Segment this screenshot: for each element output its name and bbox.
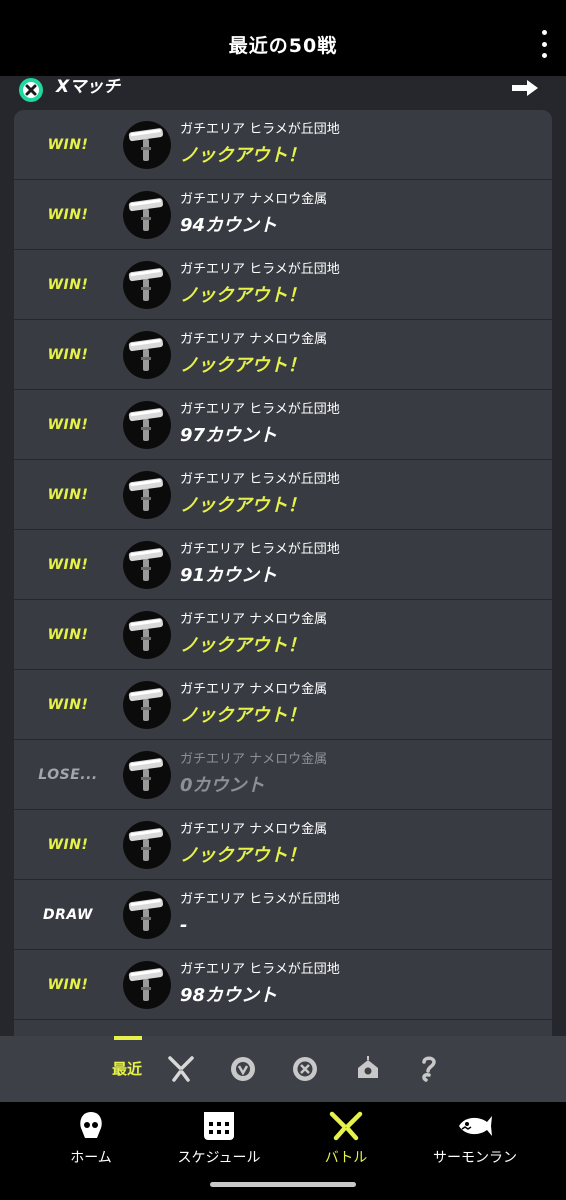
nav-salmon-run[interactable]: サーモンラン bbox=[426, 1102, 524, 1174]
battle-stage: ガチエリア ヒラメが丘団地 bbox=[180, 402, 340, 417]
battle-stage: ガチエリア ナメロウ金属 bbox=[180, 682, 328, 697]
filter-recent[interactable]: 最近 bbox=[112, 1058, 142, 1079]
battle-icon bbox=[329, 1111, 363, 1141]
battle-result: WIN! bbox=[47, 976, 89, 993]
battle-stage: ガチエリア ナメロウ金属 bbox=[180, 192, 328, 207]
top-bar: 最近の50戦 bbox=[0, 0, 566, 76]
nav-battle-label: バトル bbox=[324, 1150, 368, 1166]
nav-battle[interactable]: バトル bbox=[316, 1102, 376, 1174]
battle-result: WIN! bbox=[47, 556, 89, 573]
weapon-icon bbox=[123, 191, 171, 239]
battle-outcome: 94カウント bbox=[180, 215, 278, 236]
battle-stage: ガチエリア ナメロウ金属 bbox=[180, 752, 328, 767]
battle-row[interactable]: WIN! ガチエリア ヒラメが丘団地 98カウント bbox=[14, 950, 552, 1020]
weapon-icon bbox=[123, 681, 171, 729]
battle-list: WIN! ガチエリア ヒラメが丘団地 ノックアウト！ WIN! ガチエリア ナメロウ金属… bbox=[14, 110, 552, 1036]
battle-row[interactable]: LOSE... ガチエリア ナメロウ金属 0カウント bbox=[14, 740, 552, 810]
battle-result: WIN! bbox=[47, 206, 89, 223]
weapon-icon bbox=[123, 471, 171, 519]
battle-row[interactable]: WIN! ガチエリア ヒラメが丘団地ノックアウト！ bbox=[14, 250, 552, 320]
arrow-right-icon[interactable] bbox=[510, 78, 540, 98]
event-match-icon[interactable] bbox=[414, 1054, 444, 1084]
nav-schedule[interactable]: スケジュール bbox=[170, 1102, 268, 1174]
weapon-icon bbox=[123, 541, 171, 589]
nav-home-label: ホーム bbox=[70, 1150, 112, 1166]
bankara-battle-icon[interactable] bbox=[228, 1054, 258, 1084]
weapon-icon bbox=[123, 261, 171, 309]
battle-outcome: 97カウント bbox=[180, 425, 278, 446]
battle-outcome: ノックアウト！ bbox=[180, 285, 306, 306]
battle-outcome: 0カウント bbox=[180, 775, 265, 796]
battle-stage: ガチエリア ナメロウ金属 bbox=[180, 332, 328, 347]
battle-stage: ガチエリア ヒラメが丘団地 bbox=[180, 262, 340, 277]
battle-result: WIN! bbox=[47, 276, 89, 293]
nav-salmon-label: サーモンラン bbox=[433, 1150, 517, 1166]
battle-outcome: - bbox=[180, 915, 188, 936]
squid-home-icon bbox=[80, 1112, 102, 1138]
battle-result: WIN! bbox=[47, 486, 89, 503]
salmon-icon bbox=[459, 1116, 492, 1136]
battle-result: WIN! bbox=[47, 416, 89, 433]
battle-result: WIN! bbox=[47, 836, 89, 853]
battle-result: DRAW bbox=[43, 906, 93, 923]
page-title: 最近の50戦 bbox=[228, 34, 338, 57]
battle-row[interactable]: WIN! ガチエリア ヒラメが丘団地 97カウント bbox=[14, 390, 552, 460]
battle-result: WIN! bbox=[47, 696, 89, 713]
nav-home[interactable]: ホーム bbox=[58, 1102, 124, 1174]
battle-result: LOSE... bbox=[38, 766, 98, 783]
battle-outcome: 91カウント bbox=[180, 565, 278, 586]
battle-outcome: ノックアウト！ bbox=[180, 495, 306, 516]
weapon-icon bbox=[123, 821, 171, 869]
private-match-icon[interactable] bbox=[353, 1054, 383, 1084]
battle-result: WIN! bbox=[47, 626, 89, 643]
mode-header: Xマッチ bbox=[0, 76, 566, 110]
battle-row[interactable]: WIN! ガチエリア ヒラメが丘団地ノックアウト！ bbox=[14, 460, 552, 530]
regular-battle-icon[interactable] bbox=[166, 1054, 196, 1084]
battle-row[interactable]: WIN! ガチエリア ナメロウ金属ノックアウト！ bbox=[14, 670, 552, 740]
battle-outcome: ノックアウト！ bbox=[180, 355, 306, 376]
weapon-icon bbox=[123, 961, 171, 1009]
battle-row[interactable]: WIN! ガチエリア ヒラメが丘団地ノックアウト！ bbox=[14, 110, 552, 180]
battle-result: WIN! bbox=[47, 136, 89, 153]
weapon-icon bbox=[123, 401, 171, 449]
battle-stage: ガチエリア ヒラメが丘団地 bbox=[180, 962, 340, 977]
battle-stage: ガチエリア ヒラメが丘団地 bbox=[180, 122, 340, 137]
battle-stage: ガチエリア ナメロウ金属 bbox=[180, 612, 328, 627]
battle-row[interactable]: WIN! ガチエリア ナメロウ金属ノックアウト！ bbox=[14, 810, 552, 880]
battle-row[interactable]: DRAW ガチエリア ヒラメが丘団地 - bbox=[14, 880, 552, 950]
battle-stage: ガチエリア ナメロウ金属 bbox=[180, 822, 328, 837]
weapon-icon bbox=[123, 611, 171, 659]
battle-row[interactable]: WIN! ガチエリア ナメロウ金属 94カウント bbox=[14, 180, 552, 250]
home-indicator bbox=[210, 1182, 356, 1187]
x-match-badge-icon bbox=[19, 78, 43, 102]
battle-row[interactable]: WIN! ガチエリア ヒラメが丘団地 91カウント bbox=[14, 530, 552, 600]
more-menu-icon[interactable] bbox=[540, 30, 548, 58]
battle-outcome: ノックアウト！ bbox=[180, 705, 306, 726]
weapon-icon bbox=[123, 891, 171, 939]
battle-result: WIN! bbox=[47, 346, 89, 363]
filter-bar: 最近 bbox=[0, 1036, 566, 1102]
filter-active-indicator bbox=[114, 1036, 142, 1040]
weapon-icon bbox=[123, 331, 171, 379]
battle-stage: ガチエリア ヒラメが丘団地 bbox=[180, 472, 340, 487]
battle-outcome: 98カウント bbox=[180, 985, 278, 1006]
weapon-icon bbox=[123, 751, 171, 799]
mode-label: Xマッチ bbox=[56, 77, 121, 97]
battle-stage: ガチエリア ヒラメが丘団地 bbox=[180, 542, 340, 557]
battle-outcome: ノックアウト！ bbox=[180, 145, 306, 166]
battle-row[interactable]: WIN! ガチエリア ナメロウ金属ノックアウト！ bbox=[14, 320, 552, 390]
battle-outcome: ノックアウト！ bbox=[180, 845, 306, 866]
battle-outcome: ノックアウト！ bbox=[180, 635, 306, 656]
nav-schedule-label: スケジュール bbox=[177, 1150, 261, 1166]
x-match-icon[interactable] bbox=[290, 1054, 320, 1084]
calendar-icon bbox=[204, 1112, 234, 1140]
weapon-icon bbox=[123, 121, 171, 169]
battle-stage: ガチエリア ヒラメが丘団地 bbox=[180, 892, 340, 907]
battle-row[interactable]: WIN! ガチエリア ナメロウ金属ノックアウト！ bbox=[14, 600, 552, 670]
